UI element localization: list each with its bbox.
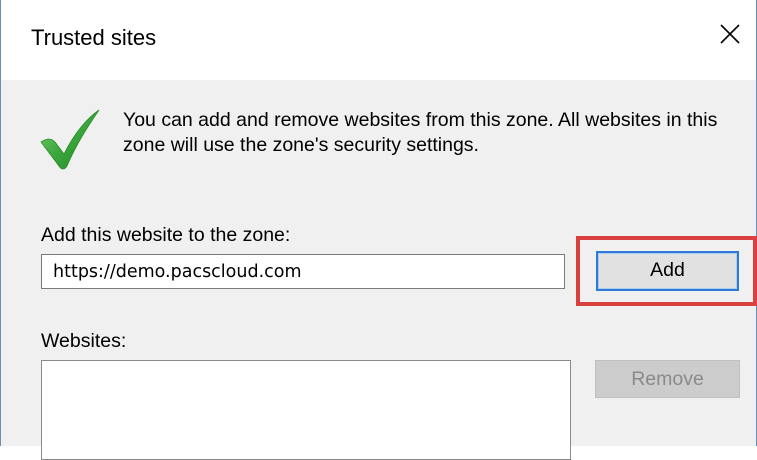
checkmark-icon (37, 108, 103, 170)
websites-list[interactable] (41, 360, 571, 460)
title-bar: Trusted sites (1, 0, 756, 80)
remove-button: Remove (595, 360, 740, 398)
website-url-input[interactable] (41, 254, 565, 289)
trusted-sites-dialog: Trusted sites You can add and remove web… (0, 0, 757, 460)
close-button[interactable] (710, 14, 750, 54)
intro-description: You can add and remove websites from thi… (123, 109, 718, 156)
close-icon (720, 24, 740, 44)
websites-label: Websites: (41, 330, 127, 352)
dialog-title: Trusted sites (31, 25, 157, 50)
add-website-label: Add this website to the zone: (41, 224, 291, 246)
add-button[interactable]: Add (596, 251, 739, 291)
